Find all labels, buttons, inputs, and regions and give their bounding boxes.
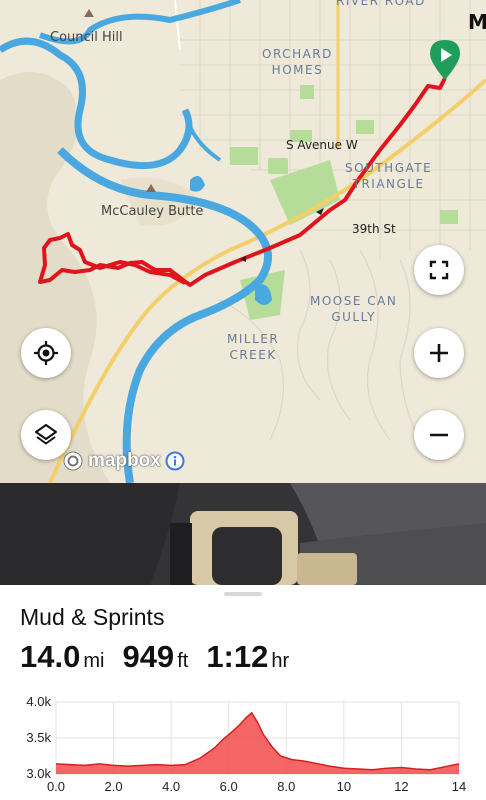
map-label-mccauley-butte: McCauley Butte [101, 204, 204, 219]
x-tick-label-4: 8.0 [277, 779, 295, 794]
info-icon[interactable] [165, 451, 185, 471]
duration-value: 1:12 [206, 639, 269, 674]
duration-unit: hr [271, 650, 290, 672]
map-label-river-road: RIVER ROAD [336, 0, 426, 8]
map-label-s-avenue-w: S Avenue W [286, 138, 358, 152]
elevation-unit: ft [177, 650, 189, 672]
x-tick-label-3: 6.0 [220, 779, 238, 794]
locate-icon [34, 341, 58, 365]
map-label-miller-creek: MILLER CREEK [227, 332, 280, 362]
map-label-council-hill: Council Hill [50, 30, 123, 45]
plus-icon [430, 344, 448, 362]
x-tick-label-5: 10 [337, 779, 351, 794]
duration-stat: 1:12 hr [206, 639, 289, 675]
layers-icon [35, 424, 57, 445]
route-map[interactable]: RIVER ROAD Council Hill ORCHARD HOMES S A… [0, 0, 486, 483]
map-canvas [0, 0, 486, 483]
mapbox-wordmark: mapbox [88, 450, 161, 471]
x-tick-label-1: 2.0 [105, 779, 123, 794]
minus-icon [430, 433, 448, 437]
sheet-drag-handle[interactable] [224, 592, 262, 596]
y-tick-label-0: 4.0k [26, 694, 51, 709]
y-tick-label-1: 3.5k [26, 730, 51, 745]
route-photo[interactable] [0, 483, 486, 585]
x-tick-label-2: 4.0 [162, 779, 180, 794]
route-stats: 14.0 mi 949 ft 1:12 hr [20, 639, 307, 675]
map-label-edge-letter: M [468, 10, 486, 34]
zoom-out-button[interactable] [414, 410, 464, 460]
route-title: Mud & Sprints [20, 604, 165, 630]
x-tick-label-6: 12 [394, 779, 408, 794]
map-label-orchard-homes: ORCHARD HOMES [262, 47, 333, 77]
fullscreen-icon [429, 260, 449, 280]
distance-value: 14.0 [20, 639, 81, 674]
elevation-chart[interactable]: 4.0k3.5k3.0k0.0 2.0 4.0 6.0 8.0 10 12 14 [0, 690, 486, 800]
route-details-sheet[interactable]: Mud & Sprints 14.0 mi 949 ft 1:12 hr 4.0… [0, 585, 486, 800]
mapbox-attribution[interactable]: mapbox [62, 450, 185, 472]
photo-image [0, 483, 486, 585]
zoom-in-button[interactable] [414, 328, 464, 378]
elevation-stat: 949 ft [122, 639, 188, 675]
map-label-southgate-triangle: SOUTHGATE TRIANGLE [345, 161, 433, 191]
elevation-value: 949 [122, 639, 175, 674]
distance-unit: mi [83, 650, 105, 672]
locate-button[interactable] [21, 328, 71, 378]
distance-stat: 14.0 mi [20, 639, 104, 675]
x-tick-label-0: 0.0 [47, 779, 65, 794]
mapbox-logo-icon [63, 451, 83, 471]
fullscreen-button[interactable] [414, 245, 464, 295]
map-label-moose-can-gully: MOOSE CAN GULLY [310, 294, 398, 324]
map-label-39th-st: 39th St [352, 222, 396, 236]
x-tick-label-7: 14 [452, 779, 466, 794]
